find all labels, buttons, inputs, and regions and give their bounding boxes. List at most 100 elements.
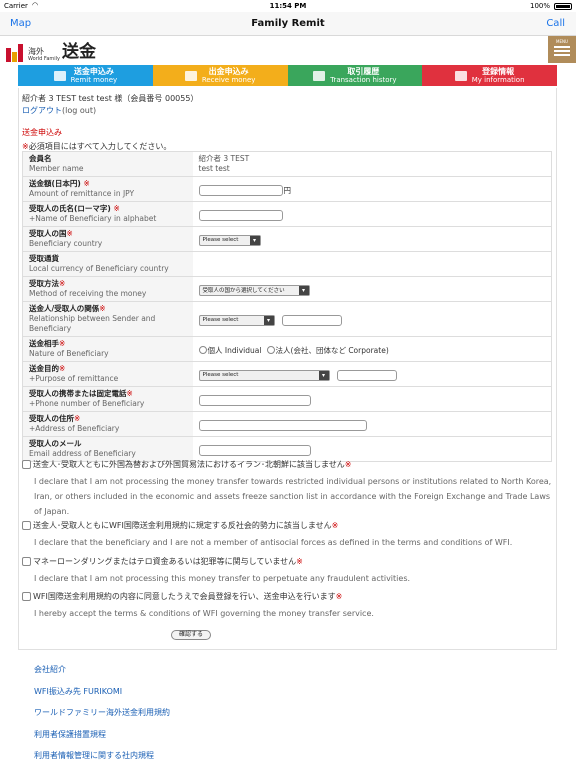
- relationship-other-input[interactable]: [281, 314, 342, 326]
- battery-percent: 100%: [529, 2, 550, 10]
- required-mark: ※: [335, 592, 343, 601]
- label-en: +Name of Beneficiary in alphabet: [29, 214, 157, 223]
- tab-remit-money[interactable]: 送金申込み Remit money: [18, 65, 153, 86]
- label-jp: 送金人/受取人の関係: [29, 304, 100, 313]
- label-en: Amount of remittance in JPY: [29, 189, 135, 198]
- declaration-label: 送金人･受取人ともに外国為替および外国貿易法におけるイラン･北朝鮮に該当しません: [33, 460, 345, 469]
- label-jp: 会員名: [29, 154, 52, 163]
- label-jp: 受取人の氏名(ローマ字): [29, 204, 111, 213]
- tab-receive-money[interactable]: 出金申込み Receive money: [152, 65, 288, 86]
- required-mark: ※: [66, 229, 73, 238]
- method-select[interactable]: 受取人の国から選択してください ▾: [198, 284, 310, 296]
- declaration-text: I declare that I am not processing this …: [34, 574, 411, 583]
- label-en: +Phone number of Beneficiary: [29, 399, 145, 408]
- tab-label-en: Transaction history: [330, 76, 397, 84]
- row-beneficiary-name: 受取人の氏名(ローマ字) ※ +Name of Beneficiary in al…: [22, 201, 552, 227]
- email-input[interactable]: [198, 444, 311, 456]
- call-button[interactable]: Call: [546, 18, 565, 29]
- yen-unit: 円: [283, 185, 292, 195]
- label-jp: 送金目的: [29, 364, 59, 373]
- logout-label-en[interactable]: (log out): [62, 106, 96, 115]
- menu-button[interactable]: MENU: [548, 36, 576, 63]
- section-title: 送金申込み: [22, 128, 62, 137]
- tab-my-information[interactable]: 登録情報 My information: [422, 65, 557, 86]
- purpose-select[interactable]: Please select ▾: [198, 369, 330, 381]
- menu-label: MENU: [556, 39, 568, 44]
- antisocial-checkbox[interactable]: [22, 521, 31, 530]
- beneficiary-name-input[interactable]: [198, 209, 283, 221]
- logout-link[interactable]: ログアウト(log out): [22, 105, 96, 116]
- label-en: Method of receiving the money: [29, 289, 147, 298]
- required-mark: ※: [83, 179, 90, 188]
- history-icon: [313, 70, 326, 81]
- tab-transaction-history[interactable]: 取引履歴 Transaction history: [287, 65, 423, 86]
- label-en: Email address of Beneficiary: [29, 449, 136, 458]
- footer-link-company[interactable]: 会社紹介: [34, 664, 66, 675]
- logo-kanji-big: 送金: [62, 42, 97, 62]
- site-logo[interactable]: 海外 World Family 送金: [6, 40, 96, 62]
- label-jp: 受取人の国: [29, 229, 67, 238]
- hamburger-icon: [554, 46, 570, 48]
- member-info: 紹介者 3 TEST test test 様（会員番号 00055）: [22, 94, 199, 103]
- select-value: Please select: [202, 372, 239, 378]
- terms-checkbox[interactable]: [22, 592, 31, 601]
- footer-link-privacy[interactable]: 利用者情報管理に関する社内規程: [34, 750, 154, 761]
- clock: 11:54 PM: [269, 2, 307, 10]
- tab-label-jp: 送金申込み: [73, 67, 114, 76]
- label-jp: 送金相手: [29, 339, 59, 348]
- coin-icon: [184, 70, 197, 81]
- row-nature: 送金相手※ Nature of Beneficiary 個人 Individual…: [22, 336, 552, 362]
- individual-radio[interactable]: [198, 346, 207, 354]
- row-local-currency: 受取通貨 Local currency of Beneficiary countr…: [22, 251, 552, 277]
- select-value: Please select: [202, 237, 239, 243]
- tab-label-en: My information: [471, 76, 525, 84]
- required-mark: ※: [74, 414, 81, 423]
- required-mark: ※: [99, 304, 106, 313]
- country-select[interactable]: Please select ▾: [198, 234, 261, 246]
- confirm-button[interactable]: 確認する: [171, 630, 211, 640]
- tab-label-jp: 出金申込み: [208, 67, 249, 76]
- hamburger-icon-bar: [554, 54, 570, 56]
- relationship-select[interactable]: Please select ▾: [198, 314, 275, 326]
- row-method: 受取方法※ Method of receiving the money 受取人の国…: [22, 276, 552, 302]
- address-input[interactable]: [198, 419, 367, 431]
- amount-input[interactable]: [198, 184, 283, 196]
- member-name-value-1: 紹介者 3 TEST: [198, 154, 250, 163]
- chevron-down-icon: ▾: [249, 235, 260, 245]
- row-phone: 受取人の携帯または固定電話※ +Phone number of Beneficia…: [22, 386, 552, 412]
- required-mark: ※: [331, 521, 339, 530]
- label-en: Local currency of Beneficiary country: [29, 264, 169, 273]
- sanctions-checkbox[interactable]: [22, 460, 31, 469]
- purpose-other-input[interactable]: [336, 369, 397, 381]
- label-en: +Address of Beneficiary: [29, 424, 120, 433]
- required-mark: ※: [126, 389, 133, 398]
- declaration-label: マネーローンダリングまたはテロ資金あるいは犯罪等に関与していません: [33, 557, 297, 566]
- money-laundering-checkbox[interactable]: [22, 557, 31, 566]
- footer-link-furikomi[interactable]: WFI振込み先 FURIKOMI: [34, 686, 122, 697]
- required-mark: ※: [59, 364, 66, 373]
- id-card-icon: [454, 70, 467, 81]
- corporate-radio[interactable]: [266, 346, 275, 354]
- status-bar: Carrier ◠ 11:54 PM 100%: [0, 0, 576, 12]
- logout-label-jp[interactable]: ログアウト: [22, 106, 62, 115]
- phone-input[interactable]: [198, 394, 311, 406]
- chevron-down-icon: ▾: [318, 370, 329, 380]
- required-mark: ※: [344, 460, 352, 469]
- row-purpose: 送金目的※ +Purpose of remittance Please selec…: [22, 361, 552, 387]
- corporate-label: 法人(会社、団体など Corporate): [275, 345, 389, 355]
- logo-en-small: World Family: [28, 56, 61, 62]
- footer-link-protection[interactable]: 利用者保護措置規程: [34, 729, 106, 740]
- tab-label-jp: 取引履歴: [347, 67, 380, 76]
- footer-link-terms[interactable]: ワールドファミリー海外送金利用規約: [34, 707, 170, 718]
- remittance-form: 会員名 Member name 紹介者 3 TEST test test 送金額(日…: [22, 151, 552, 462]
- declaration-label: WFI国際送金利用規約の内容に同意したうえで会員登録を行い、送金申込を行います: [33, 592, 336, 601]
- label-en: Beneficiary country: [29, 239, 103, 248]
- label-en: +Purpose of remittance: [29, 374, 119, 383]
- declaration-text: I declare that the beneficiary and I are…: [34, 538, 513, 547]
- logo-kanji-small: 海外: [28, 47, 44, 56]
- declaration-label: 送金人･受取人ともにWFI国際送金利用規約に規定する反社会的勢力に該当しません: [33, 521, 332, 530]
- navigation-bar: Map Family Remit Call: [0, 12, 576, 36]
- label-jp: 受取人の住所: [29, 414, 74, 423]
- declaration-text: I hereby accept the terms & conditions o…: [34, 609, 374, 618]
- required-mark: ※: [59, 339, 66, 348]
